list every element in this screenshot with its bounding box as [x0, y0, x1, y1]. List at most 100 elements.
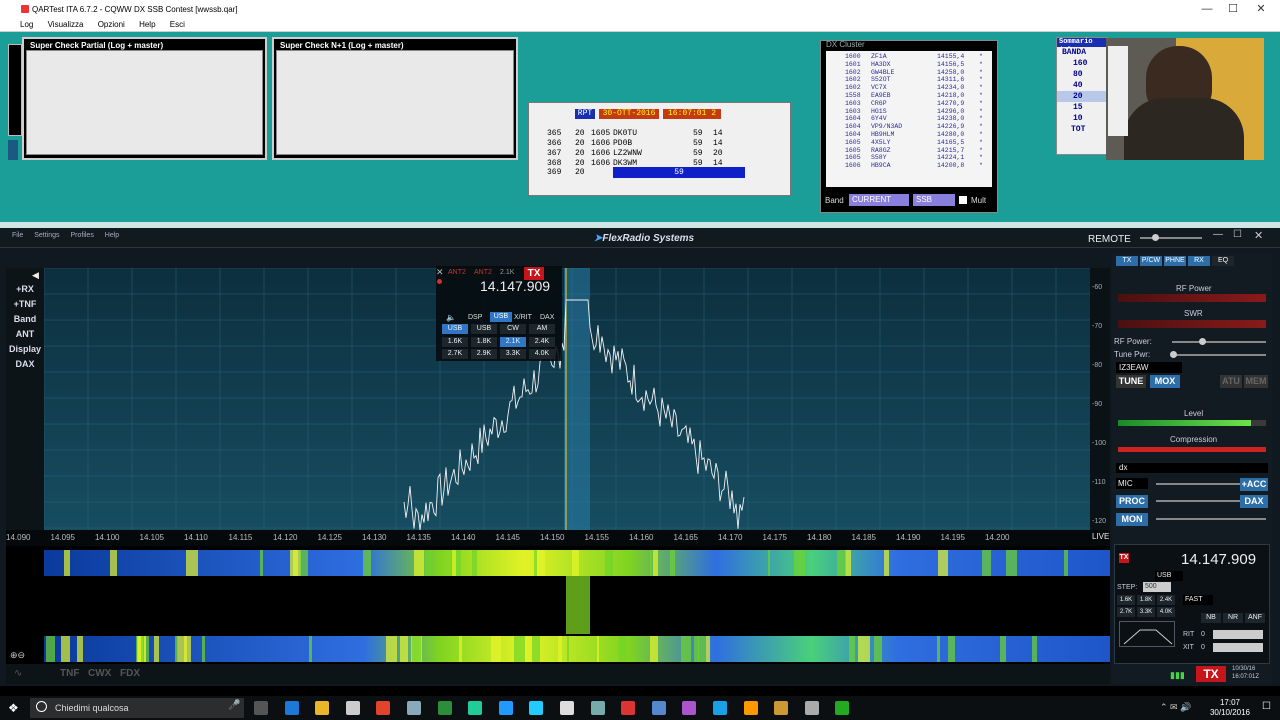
edge-icon[interactable]	[284, 701, 299, 715]
app-icon-4[interactable]	[498, 701, 513, 715]
atu-button[interactable]: ATU	[1220, 375, 1242, 388]
right-tab-pcw[interactable]: P/CW	[1140, 256, 1162, 266]
mini-filter-button[interactable]: 1.6K	[1117, 595, 1135, 605]
notification-icon[interactable]: ☐	[1262, 701, 1271, 712]
mini-filter-button[interactable]: 1.8K	[1137, 595, 1155, 605]
summary-band-row[interactable]: 160	[1057, 58, 1107, 69]
slice-tab-xrit[interactable]: X/RIT	[514, 314, 532, 321]
app-icon-10[interactable]	[682, 701, 697, 715]
mon-button[interactable]: MON	[1116, 513, 1148, 526]
app-icon-6[interactable]	[560, 701, 574, 715]
rit-input[interactable]	[1213, 630, 1263, 639]
slice-filter-button[interactable]: 1.6K	[442, 337, 468, 347]
monitor-slider[interactable]	[1156, 518, 1266, 520]
dx-profile-select[interactable]: dx	[1116, 463, 1268, 473]
mini-mode-select[interactable]: USB	[1155, 571, 1183, 581]
summary-band-row[interactable]: 20	[1057, 91, 1107, 102]
summary-band-row[interactable]: 80	[1057, 69, 1107, 80]
dx-spot-row[interactable]: 1605 4X5LY 14165,5 *	[845, 139, 989, 147]
taskbar-search-box[interactable]: Chiedimi qualcosa	[30, 698, 244, 718]
slice-filter-button[interactable]: 1.8K	[471, 337, 497, 347]
mox-button[interactable]: MOX	[1150, 375, 1180, 388]
right-tab-rx[interactable]: RX	[1188, 256, 1210, 266]
tx-profile-select[interactable]: IZ3EAW	[1116, 362, 1182, 373]
taskbar-date[interactable]: 30/10/2016	[1204, 708, 1256, 717]
mini-filter-button[interactable]: 2.7K	[1117, 607, 1135, 617]
menu-help[interactable]: Help	[139, 20, 155, 29]
taskbar-time[interactable]: 17:07	[1212, 698, 1248, 707]
dx-cluster-list[interactable]: 1600 ZF1A 14155,4 * 1601 HA3DX 14156,5 * 1602 GW4…	[826, 51, 992, 187]
mini-dsp-nr[interactable]: NR	[1223, 613, 1243, 623]
menu-log[interactable]: Log	[20, 20, 33, 29]
maximize-icon[interactable]: ☐	[1226, 2, 1240, 16]
mini-dsp-anf[interactable]: ANF	[1245, 613, 1265, 623]
flex-close-icon[interactable]: ✕	[1254, 229, 1263, 242]
dx-mode-select[interactable]: SSB	[913, 194, 955, 206]
app-icon-13[interactable]	[804, 701, 819, 715]
slice-mode-button[interactable]: USB	[442, 324, 468, 334]
acc-button[interactable]: +ACC	[1240, 478, 1268, 491]
app-icon-12[interactable]	[774, 701, 789, 715]
menu-visualizza[interactable]: Visualizza	[48, 20, 84, 29]
slice-tab-dax[interactable]: DAX	[540, 314, 554, 321]
super-check-n1-list[interactable]	[276, 50, 514, 155]
right-tab-eq[interactable]: EQ	[1212, 256, 1234, 266]
mini-filter-button[interactable]: 2.4K	[1157, 595, 1175, 605]
agc-select[interactable]: FAST	[1183, 595, 1213, 605]
flex-menu-help[interactable]: Help	[105, 232, 119, 239]
slice-ant-tx[interactable]: ANT2	[474, 269, 492, 276]
proc-button[interactable]: PROC	[1116, 495, 1148, 508]
mic-input-select[interactable]: MIC	[1116, 478, 1148, 489]
slice-filter-button[interactable]: 2.4K	[529, 337, 555, 347]
summary-band-row[interactable]: 15	[1057, 102, 1107, 113]
tune-power-slider[interactable]	[1172, 354, 1266, 356]
slice-close-icon[interactable]: ✕	[436, 267, 444, 278]
right-tab-tx[interactable]: TX	[1116, 256, 1138, 266]
dx-spot-row[interactable]: 1600 ZF1A 14155,4 *	[845, 53, 989, 61]
file-explorer-icon[interactable]	[315, 701, 330, 715]
tx-indicator[interactable]: TX	[1196, 666, 1226, 682]
slice-filter-button[interactable]: 4.0K	[529, 349, 555, 359]
tune-button[interactable]: TUNE	[1116, 375, 1146, 388]
flex-maximize-icon[interactable]: ☐	[1233, 229, 1242, 240]
dx-spot-row[interactable]: 1603 HG1S 14296,0 *	[845, 108, 989, 116]
dx-spot-row[interactable]: 1604 VP9/N3AD 14226,9 *	[845, 123, 989, 131]
mini-filter-button[interactable]: 4.0K	[1157, 607, 1175, 617]
menu-esci[interactable]: Esci	[170, 20, 185, 29]
zoom-icons[interactable]: ⊕⊖	[10, 650, 25, 661]
xit-value[interactable]: 0	[1201, 644, 1205, 651]
microphone-icon[interactable]: 🎤	[228, 700, 240, 711]
slice-filter-button[interactable]: 2.9K	[471, 349, 497, 359]
mult-checkbox[interactable]	[959, 196, 967, 204]
dx-spot-row[interactable]: 1603 CR6P 14270,9 *	[845, 100, 989, 108]
app-icon-1[interactable]	[407, 701, 421, 715]
slice-filter-button[interactable]: 2.7K	[442, 349, 468, 359]
dx-spot-row[interactable]: 1605 S58Y 14224,1 *	[845, 154, 989, 162]
mini-dsp-nb[interactable]: NB	[1201, 613, 1221, 623]
summary-band-row[interactable]: 40	[1057, 80, 1107, 91]
fdx-toggle[interactable]: FDX	[120, 668, 140, 679]
skype-icon[interactable]	[713, 701, 727, 715]
rit-label[interactable]: RIT	[1183, 631, 1194, 638]
dx-spot-row[interactable]: 1602 VC7X 14234,0 *	[845, 84, 989, 92]
minimize-icon[interactable]: —	[1200, 2, 1214, 16]
slice-ant-rx[interactable]: ANT2	[448, 269, 466, 276]
waterfall[interactable]	[6, 546, 1110, 664]
store-icon[interactable]	[345, 701, 360, 715]
app-icon-3[interactable]	[468, 701, 483, 715]
tray-icons[interactable]: ⌃ ✉ 🔊	[1160, 702, 1191, 713]
slice-filter-button[interactable]: 3.3K	[500, 349, 526, 359]
slice-mode-button[interactable]: AM	[529, 324, 555, 334]
slice-tab-usb[interactable]: USB	[490, 312, 512, 322]
add-rx-button[interactable]: +RX	[6, 283, 44, 296]
flex-menu-file[interactable]: File	[12, 232, 23, 239]
xit-input[interactable]	[1213, 643, 1263, 652]
rf-power-slider-thumb[interactable]	[1199, 338, 1206, 345]
chrome-icon[interactable]	[376, 701, 391, 715]
mini-tx-badge[interactable]: TX	[1119, 553, 1129, 563]
display-button[interactable]: Display	[6, 343, 44, 356]
mem-button[interactable]: MEM	[1244, 375, 1268, 388]
super-check-partial-list[interactable]	[26, 50, 263, 155]
right-tab-phne[interactable]: PHNE	[1164, 256, 1186, 266]
mini-filter-button[interactable]: 3.3K	[1137, 607, 1155, 617]
